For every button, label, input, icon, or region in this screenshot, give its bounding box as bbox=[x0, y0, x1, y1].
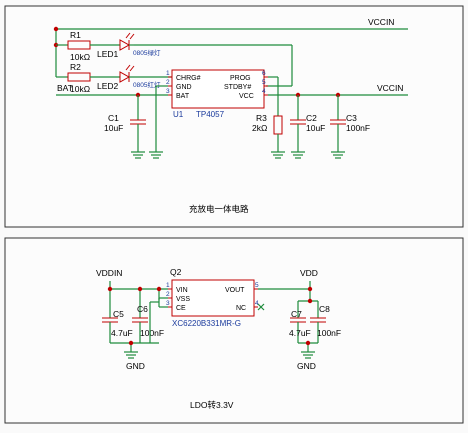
u1-pin4-num: 4 bbox=[262, 88, 266, 95]
c5-value: 4.7uF bbox=[111, 328, 133, 338]
c7-ref: C7 bbox=[291, 309, 302, 319]
u1-pin2-num: 2 bbox=[166, 79, 170, 86]
c8-value: 100nF bbox=[317, 328, 341, 338]
net-label-vdd: VDD bbox=[300, 268, 318, 278]
q2-pin3-num: 3 bbox=[166, 300, 170, 307]
u1-pin-bat: BAT bbox=[176, 93, 190, 100]
c1-value: 10uF bbox=[104, 123, 123, 133]
c8-ref: C8 bbox=[319, 304, 330, 314]
net-label-bat: BAT bbox=[57, 83, 73, 93]
led2-pkg: 0805红灯 bbox=[133, 80, 161, 89]
u1-pin6-num: 6 bbox=[262, 70, 266, 77]
led2-ref: LED2 bbox=[97, 81, 119, 91]
sheet2-title: LDO转3.3V bbox=[190, 400, 234, 410]
q2-pin-vss: VSS bbox=[176, 296, 190, 303]
r2-ref: R2 bbox=[70, 62, 81, 72]
r3-value: 2kΩ bbox=[252, 123, 267, 133]
q2-pin4-num: 4 bbox=[255, 300, 259, 307]
c6-ref: C6 bbox=[137, 304, 148, 314]
sheet-frame-ldo bbox=[4, 237, 464, 424]
net-label-vccin-top: VCCIN bbox=[368, 17, 394, 27]
u1-ref: U1 bbox=[173, 110, 184, 119]
u1-pin-stdby: STDBY# bbox=[224, 84, 251, 91]
r2-value: 10kΩ bbox=[70, 84, 90, 94]
q2-pin-vin: VIN bbox=[176, 287, 188, 294]
u1-pin-vcc: VCC bbox=[239, 93, 254, 100]
c3-ref: C3 bbox=[346, 113, 357, 123]
r3-ref: R3 bbox=[256, 113, 267, 123]
c5-ref: C5 bbox=[113, 309, 124, 319]
c7-value: 4.7uF bbox=[289, 328, 311, 338]
q2-pin-nc: NC bbox=[236, 305, 246, 312]
q2-pin2-num: 2 bbox=[166, 291, 170, 298]
u1-pin-gnd: GND bbox=[176, 84, 192, 91]
net-label-vddin: VDDIN bbox=[96, 268, 122, 278]
q2-ref: Q2 bbox=[170, 267, 182, 277]
c3-value: 100nF bbox=[346, 123, 370, 133]
q2-pin-ce: CE bbox=[176, 305, 186, 312]
u1-part: TP4057 bbox=[196, 110, 225, 119]
net-label-gnd-right: GND bbox=[297, 361, 316, 371]
net-label-vccin-right: VCCIN bbox=[377, 83, 403, 93]
u1-pin3-num: 3 bbox=[166, 88, 170, 95]
u1-pin1-num: 1 bbox=[166, 70, 170, 77]
c6-value: 100nF bbox=[140, 328, 164, 338]
u1-pin-chrg: CHRG# bbox=[176, 75, 201, 82]
q2-pin5-num: 5 bbox=[255, 282, 259, 289]
led1-ref: LED1 bbox=[97, 49, 119, 59]
net-label-gnd-left: GND bbox=[126, 361, 145, 371]
sheet1-title: 充放电一体电路 bbox=[189, 204, 249, 214]
schematic-canvas: VCCIN R1 10kΩ LED1 0805绿灯 R2 10kΩ LED2 0… bbox=[4, 5, 464, 424]
u1-pin5-num: 5 bbox=[262, 79, 266, 86]
u1-pin-prog: PROG bbox=[230, 75, 251, 82]
q2-pin1-num: 1 bbox=[166, 282, 170, 289]
c2-ref: C2 bbox=[306, 113, 317, 123]
c2-value: 10uF bbox=[306, 123, 325, 133]
r1-value: 10kΩ bbox=[70, 52, 90, 62]
q2-pin-vout: VOUT bbox=[225, 287, 245, 294]
c1-ref: C1 bbox=[108, 113, 119, 123]
r1-ref: R1 bbox=[70, 30, 81, 40]
q2-part: XC6220B331MR-G bbox=[172, 319, 241, 328]
led1-pkg: 0805绿灯 bbox=[133, 48, 161, 57]
